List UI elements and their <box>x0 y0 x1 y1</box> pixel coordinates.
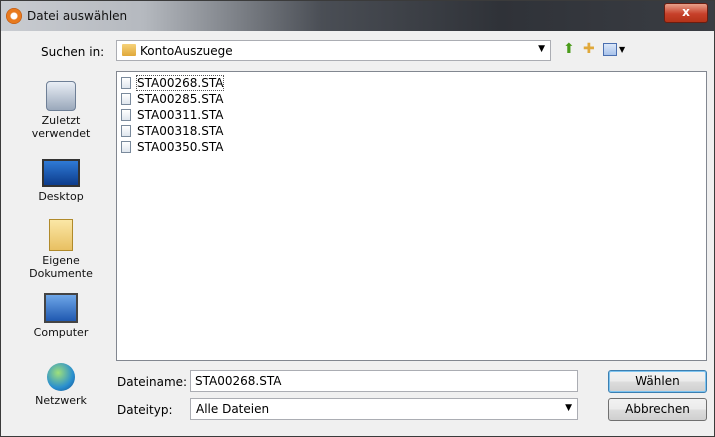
filename-label: Dateiname: <box>117 375 188 389</box>
place-recent[interactable]: Zuletzt verwendet <box>11 81 111 140</box>
chevron-down-icon[interactable]: ▼ <box>565 403 572 413</box>
file-icon <box>121 77 131 89</box>
desktop-icon <box>42 159 80 187</box>
up-folder-icon[interactable]: ⬆ <box>563 41 575 57</box>
close-button[interactable]: x <box>664 3 708 23</box>
file-name: STA00268.STA <box>135 75 225 91</box>
look-in-label: Suchen in: <box>41 45 105 59</box>
places-bar: Zuletzt verwendet Desktop Eigene Dokumen… <box>11 71 111 431</box>
computer-icon <box>44 293 78 323</box>
file-icon <box>121 125 131 137</box>
place-label: Zuletzt verwendet <box>31 114 91 140</box>
file-name: STA00285.STA <box>137 92 224 106</box>
file-item[interactable]: STA00268.STA <box>121 75 225 91</box>
file-list[interactable]: STA00268.STA STA00285.STA STA00311.STA S… <box>116 71 707 361</box>
app-icon <box>6 8 22 24</box>
file-icon <box>121 141 131 153</box>
place-desktop[interactable]: Desktop <box>11 159 111 203</box>
cancel-button[interactable]: Abbrechen <box>608 398 707 421</box>
file-open-dialog: Datei auswählen x Suchen in: KontoAuszue… <box>0 0 715 437</box>
network-icon <box>47 363 75 391</box>
folder-icon <box>122 44 136 56</box>
file-item[interactable]: STA00311.STA <box>121 108 223 123</box>
window-title: Datei auswählen <box>27 9 128 23</box>
place-label: Eigene Dokumente <box>29 254 93 280</box>
place-label: Computer <box>33 326 89 339</box>
look-in-combo[interactable]: KontoAuszuege ▼ <box>116 40 551 61</box>
filetype-value: Alle Dateien <box>196 402 270 416</box>
view-menu-chevron-icon[interactable]: ▼ <box>619 45 625 54</box>
file-icon <box>121 109 131 121</box>
recent-places-icon <box>46 81 76 111</box>
file-name: STA00318.STA <box>137 124 224 138</box>
place-documents[interactable]: Eigene Dokumente <box>11 219 111 280</box>
filename-input[interactable] <box>190 370 578 392</box>
filetype-select[interactable]: Alle Dateien ▼ <box>190 398 578 420</box>
open-button[interactable]: Wählen <box>608 370 707 393</box>
title-bar[interactable]: Datei auswählen x <box>1 1 714 31</box>
file-name: STA00350.STA <box>137 140 224 154</box>
file-item[interactable]: STA00285.STA <box>121 92 223 107</box>
documents-icon <box>49 219 73 251</box>
chevron-down-icon[interactable]: ▼ <box>538 44 545 54</box>
file-item[interactable]: STA00318.STA <box>121 124 223 139</box>
file-icon <box>121 93 131 105</box>
view-menu-icon[interactable] <box>603 43 617 56</box>
look-in-value: KontoAuszuege <box>140 44 233 58</box>
place-label: Desktop <box>38 190 84 203</box>
file-name: STA00311.STA <box>137 108 224 122</box>
filetype-label: Dateityp: <box>117 403 173 417</box>
place-label: Netzwerk <box>35 394 87 407</box>
place-network[interactable]: Netzwerk <box>11 363 111 407</box>
file-item[interactable]: STA00350.STA <box>121 140 223 155</box>
new-folder-icon[interactable]: ✚ <box>583 41 595 57</box>
place-computer[interactable]: Computer <box>11 293 111 339</box>
